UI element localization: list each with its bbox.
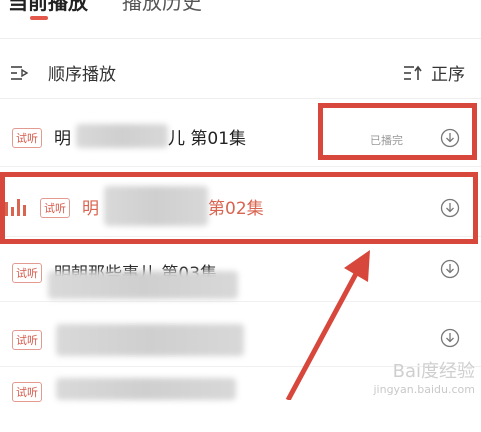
watermark-logo-text: Bai度经验	[392, 361, 475, 382]
watermark-url: jingyan.baidu.com	[373, 383, 475, 396]
watermark: Bai度经验 jingyan.baidu.com	[373, 357, 475, 396]
annotation-arrow-icon	[285, 250, 370, 400]
